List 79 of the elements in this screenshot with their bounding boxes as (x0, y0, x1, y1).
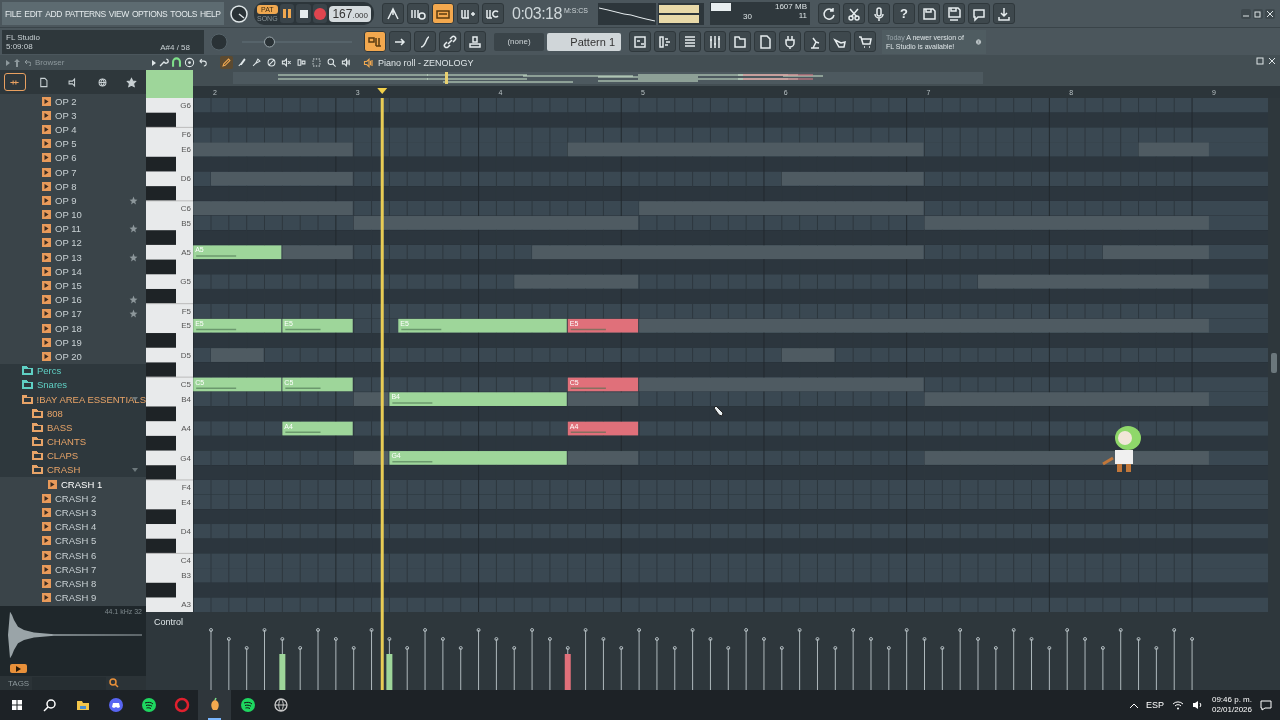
sample-item[interactable]: OP 6 (0, 150, 146, 165)
memory-reading: 1607 MB (774, 2, 807, 11)
help-button[interactable]: ? (893, 3, 915, 24)
key-label: B4 (181, 394, 191, 404)
sample-item[interactable]: OP 12 (0, 235, 146, 251)
menu-item[interactable]: PATTERNS (64, 8, 106, 19)
arrangement-selector[interactable]: (none) (494, 32, 544, 51)
folder-item[interactable]: Percs (0, 363, 146, 378)
tempo-field[interactable]: 167.000 (329, 5, 371, 22)
sample-item[interactable]: OP 14 (0, 264, 146, 279)
sample-item[interactable]: CRASH 9 (0, 590, 146, 605)
key-label: C4 (180, 556, 191, 566)
sample-item[interactable]: CRASH 3 (0, 505, 146, 520)
key-label: B3 (181, 571, 191, 581)
menu-item[interactable]: OPTIONS (131, 8, 168, 19)
key-label: D5 (180, 350, 191, 360)
sample-item[interactable]: OP 4 (0, 122, 146, 137)
sample-item[interactable]: OP 9 (0, 193, 146, 208)
menu-item[interactable]: HELP (200, 8, 221, 19)
clock-date[interactable]: 02/01/2026 (1211, 705, 1252, 715)
sample-item[interactable]: CRASH 2 (0, 491, 146, 506)
sample-item[interactable]: OP 7 (0, 164, 146, 180)
menu-item[interactable]: VIEW (108, 8, 129, 19)
key-label: F6 (181, 130, 191, 140)
sample-item[interactable]: CRASH 8 (0, 576, 146, 591)
folder-item[interactable]: BASS (0, 420, 146, 435)
sample-item[interactable]: CRASH 6 (0, 548, 146, 563)
key-label: D4 (180, 527, 191, 536)
piano-keyboard[interactable]: G6 F6 E6 D6 C6 B5 A5 G5 F5 E5 D5 C5 B4 A4 G4 F4 E4 D4 C4 B3 A3 (146, 98, 193, 612)
menu-item[interactable]: ADD (45, 8, 62, 19)
key-label: F4 (181, 482, 191, 492)
cpu-reading: 30 (743, 12, 753, 21)
key-label: D6 (180, 174, 191, 184)
key-label: A3 (181, 600, 191, 610)
language-indicator[interactable]: ESP (1145, 700, 1164, 710)
key-label: G4 (180, 453, 191, 463)
key-label: B5 (181, 218, 191, 228)
sample-item[interactable]: OP 19 (0, 335, 146, 350)
key-label: E6 (181, 145, 191, 155)
hint-note: A#4 / 58 (160, 42, 190, 52)
pattern-selector[interactable]: Pattern 1 (547, 32, 621, 51)
sample-item[interactable]: CRASH 5 (0, 533, 146, 548)
sample-item[interactable]: OP 10 (0, 207, 146, 222)
sample-item[interactable]: CRASH 7 (0, 562, 146, 577)
key-label: A4 (181, 424, 191, 434)
key-label: F5 (181, 306, 191, 316)
key-label: C6 (180, 203, 191, 213)
sample-item[interactable]: OP 5 (0, 136, 146, 151)
sample-item[interactable]: OP 16 (0, 292, 146, 307)
tags-label: TAGS (8, 678, 30, 688)
menu-item[interactable]: FILE (5, 8, 22, 19)
sample-item[interactable]: OP 17 (0, 306, 146, 321)
key-label: A5 (181, 247, 191, 257)
menu-item[interactable]: EDIT (24, 8, 43, 19)
hint-time: 5:09:08 (6, 41, 33, 51)
control-label: Control (154, 617, 183, 627)
sample-item[interactable]: CRASH 4 (0, 519, 146, 534)
hint-title: FL Studio (6, 32, 40, 42)
sample-item[interactable]: CRASH 1 (0, 477, 146, 492)
sample-item[interactable]: OP 15 (0, 278, 146, 293)
menu-item[interactable]: TOOLS (170, 8, 198, 19)
song-time: 0:03:18 (512, 4, 562, 23)
sample-item[interactable]: OP 20 (0, 349, 146, 364)
sample-item[interactable]: OP 11 (0, 221, 146, 236)
clock-time[interactable]: 09:46 p. m. (1211, 695, 1252, 705)
sample-item[interactable]: OP 8 (0, 179, 146, 194)
polyphony-reading: 11 (798, 11, 807, 20)
key-label: G6 (180, 101, 191, 110)
sample-item[interactable]: OP 13 (0, 250, 146, 265)
sample-item[interactable]: OP 2 (0, 94, 146, 109)
piano-roll-title: Piano roll - ZENOLOGY (378, 57, 474, 68)
key-label: G5 (180, 277, 191, 287)
folder-item[interactable]: 808 (0, 406, 146, 421)
key-label: C5 (180, 380, 191, 390)
browser-title: Browser (35, 58, 65, 67)
sample-item[interactable]: OP 3 (0, 108, 146, 123)
sample-item[interactable]: OP 18 (0, 321, 146, 336)
key-label: E4 (181, 497, 191, 507)
key-label: E5 (181, 321, 191, 331)
